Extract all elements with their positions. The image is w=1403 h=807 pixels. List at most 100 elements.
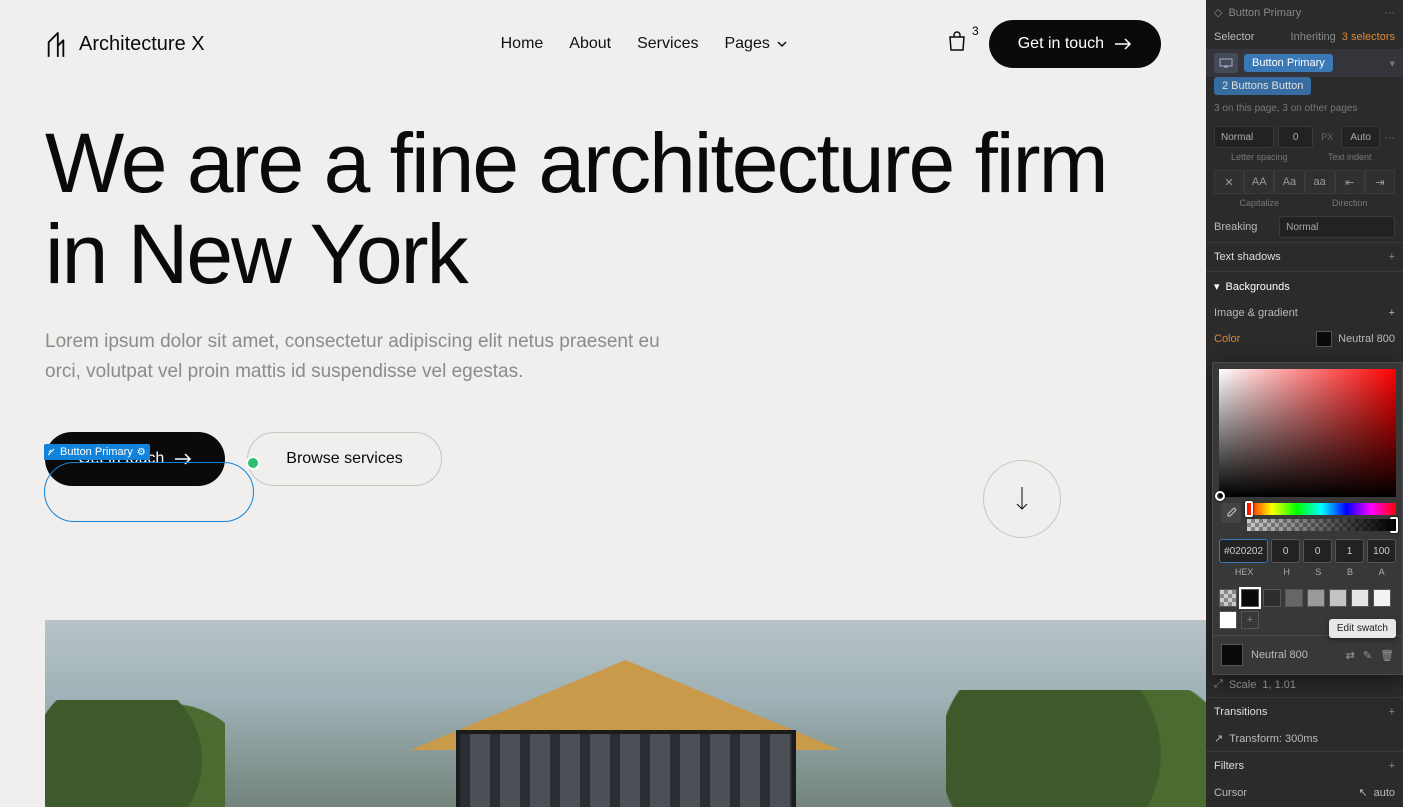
text-direction-rtl[interactable]: ⇥ <box>1365 170 1395 194</box>
class-chip-combo[interactable]: 2 Buttons Button <box>1214 77 1311 95</box>
pencil-icon[interactable]: ✎ <box>1363 649 1372 662</box>
alpha-input[interactable] <box>1367 539 1396 563</box>
current-swatch-name[interactable]: Neutral 800 <box>1251 649 1308 661</box>
current-swatch-row: Neutral 800 ⇄ ✎ 🗑 <box>1213 635 1402 674</box>
hex-input[interactable] <box>1219 539 1268 563</box>
panel-breadcrumb[interactable]: ◇ Button Primary ⋯ <box>1206 0 1403 25</box>
breaking-row: Breaking <box>1206 212 1403 242</box>
selection-box <box>44 462 254 522</box>
text-direction-ltr[interactable]: ⇤ <box>1335 170 1365 194</box>
line-height-input[interactable] <box>1341 126 1380 148</box>
design-canvas[interactable]: Architecture X Home About Services Pages… <box>0 0 1206 807</box>
chevron-down-icon[interactable]: ▾ <box>1389 57 1395 70</box>
text-transform-capitalize[interactable]: Aa <box>1274 170 1304 194</box>
state-selector-button[interactable] <box>1214 53 1238 73</box>
cursor-row[interactable]: Cursor ↖ auto <box>1206 780 1403 805</box>
swatch[interactable] <box>1241 589 1259 607</box>
unlink-icon[interactable]: ⇄ <box>1346 649 1355 662</box>
element-selection-overlay: Button Primary ⚙ <box>44 444 254 522</box>
font-size-input[interactable] <box>1278 126 1313 148</box>
saturation-value-field[interactable] <box>1219 369 1396 497</box>
chevron-down-icon <box>776 38 788 50</box>
image-gradient-row[interactable]: Image & gradient+ <box>1206 301 1403 325</box>
text-transform-uppercase[interactable]: AA <box>1244 170 1274 194</box>
scale-row[interactable]: ⤢ Scale 1, 1.01 <box>1206 672 1403 697</box>
background-color-swatch[interactable] <box>1316 331 1332 347</box>
selection-tag[interactable]: Button Primary ⚙ <box>44 444 150 460</box>
cart-icon <box>945 30 969 54</box>
hue-slider[interactable] <box>1247 503 1396 515</box>
swatch[interactable] <box>1351 589 1369 607</box>
plus-icon[interactable]: + <box>1389 307 1395 319</box>
swatch[interactable] <box>1263 589 1281 607</box>
plus-icon[interactable]: + <box>1389 251 1395 263</box>
nav-pages[interactable]: Pages <box>724 35 787 53</box>
add-element-handle[interactable] <box>246 456 260 470</box>
background-color-row[interactable]: Color Neutral 800 <box>1206 325 1403 353</box>
sv-handle[interactable] <box>1215 491 1225 501</box>
trash-icon[interactable]: 🗑 <box>1380 649 1394 662</box>
alpha-slider[interactable] <box>1247 519 1396 531</box>
font-weight-select[interactable] <box>1214 126 1274 148</box>
color-value-row <box>1213 535 1402 567</box>
swatch[interactable] <box>1285 589 1303 607</box>
arrow-right-icon <box>1114 38 1132 50</box>
inheriting-link[interactable]: 3 selectors <box>1342 31 1395 43</box>
swatch[interactable] <box>1219 611 1237 629</box>
desktop-icon <box>1219 58 1233 68</box>
selector-input[interactable]: Button Primary ▾ <box>1206 49 1403 77</box>
scroll-down-button[interactable] <box>983 460 1061 538</box>
text-shadows-section[interactable]: Text shadows+ <box>1206 242 1403 271</box>
more-icon[interactable]: ⋯ <box>1384 6 1395 19</box>
selector-row: Selector Inheriting 3 selectors <box>1206 25 1403 49</box>
nav-home[interactable]: Home <box>501 35 544 53</box>
hero-subtitle[interactable]: Lorem ipsum dolor sit amet, consectetur … <box>45 327 685 386</box>
font-size-unit[interactable]: PX <box>1317 132 1337 142</box>
header-cta-button[interactable]: Get in touch <box>989 20 1161 68</box>
hero-image[interactable] <box>45 620 1206 807</box>
cursor-icon: ↖ <box>1358 786 1367 799</box>
cart-count: 3 <box>972 24 979 38</box>
bri-input[interactable] <box>1335 539 1364 563</box>
text-transform-none[interactable]: ✕ <box>1214 170 1244 194</box>
hero-secondary-button[interactable]: Browse services <box>247 432 441 486</box>
hero-title[interactable]: We are a fine architecture firm in New Y… <box>45 118 1161 299</box>
nav-services[interactable]: Services <box>637 35 698 53</box>
backgrounds-section[interactable]: ▾Backgrounds <box>1206 271 1403 301</box>
swatch[interactable] <box>1307 589 1325 607</box>
text-transform-row: ✕ AA Aa aa ⇤ ⇥ <box>1206 166 1403 198</box>
filters-section[interactable]: Filters+ <box>1206 751 1403 780</box>
font-weight-row: PX ⋯ <box>1206 122 1403 152</box>
breaking-select[interactable] <box>1279 216 1395 238</box>
brand-name: Architecture X <box>79 33 205 56</box>
sat-input[interactable] <box>1303 539 1332 563</box>
brush-icon: ◇ <box>1214 6 1222 19</box>
brand-logo[interactable]: Architecture X <box>45 29 205 59</box>
hue-handle[interactable] <box>1245 501 1253 517</box>
class-chip-primary[interactable]: Button Primary <box>1244 54 1333 72</box>
cart-button[interactable]: 3 <box>945 30 969 59</box>
style-panel: ◇ Button Primary ⋯ Selector Inheriting 3… <box>1206 0 1403 807</box>
eyedropper-button[interactable] <box>1221 503 1241 523</box>
current-swatch[interactable] <box>1221 644 1243 666</box>
gear-icon[interactable]: ⚙ <box>137 447 146 458</box>
swatch[interactable] <box>1329 589 1347 607</box>
swatch[interactable] <box>1373 589 1391 607</box>
plus-icon[interactable]: + <box>1389 706 1395 718</box>
text-transform-lowercase[interactable]: aa <box>1305 170 1335 194</box>
swatch[interactable] <box>1219 589 1237 607</box>
main-nav: Home About Services Pages <box>501 35 788 53</box>
add-swatch-button[interactable]: + <box>1241 611 1259 629</box>
alpha-handle[interactable] <box>1390 517 1398 533</box>
hue-input[interactable] <box>1271 539 1300 563</box>
paint-icon <box>46 447 56 457</box>
transitions-section[interactable]: Transitions+ <box>1206 697 1403 726</box>
transition-item[interactable]: ↗ Transform: 300ms <box>1206 726 1403 751</box>
hero-section: We are a fine architecture firm in New Y… <box>0 88 1206 486</box>
more-icon[interactable]: ⋯ <box>1384 131 1395 144</box>
edit-swatch-tooltip: Edit swatch <box>1329 619 1396 638</box>
plus-icon[interactable]: + <box>1389 760 1395 772</box>
trees-right <box>946 690 1206 807</box>
nav-about[interactable]: About <box>569 35 611 53</box>
instance-info[interactable]: 3 on this page, 3 on other pages <box>1206 99 1403 122</box>
